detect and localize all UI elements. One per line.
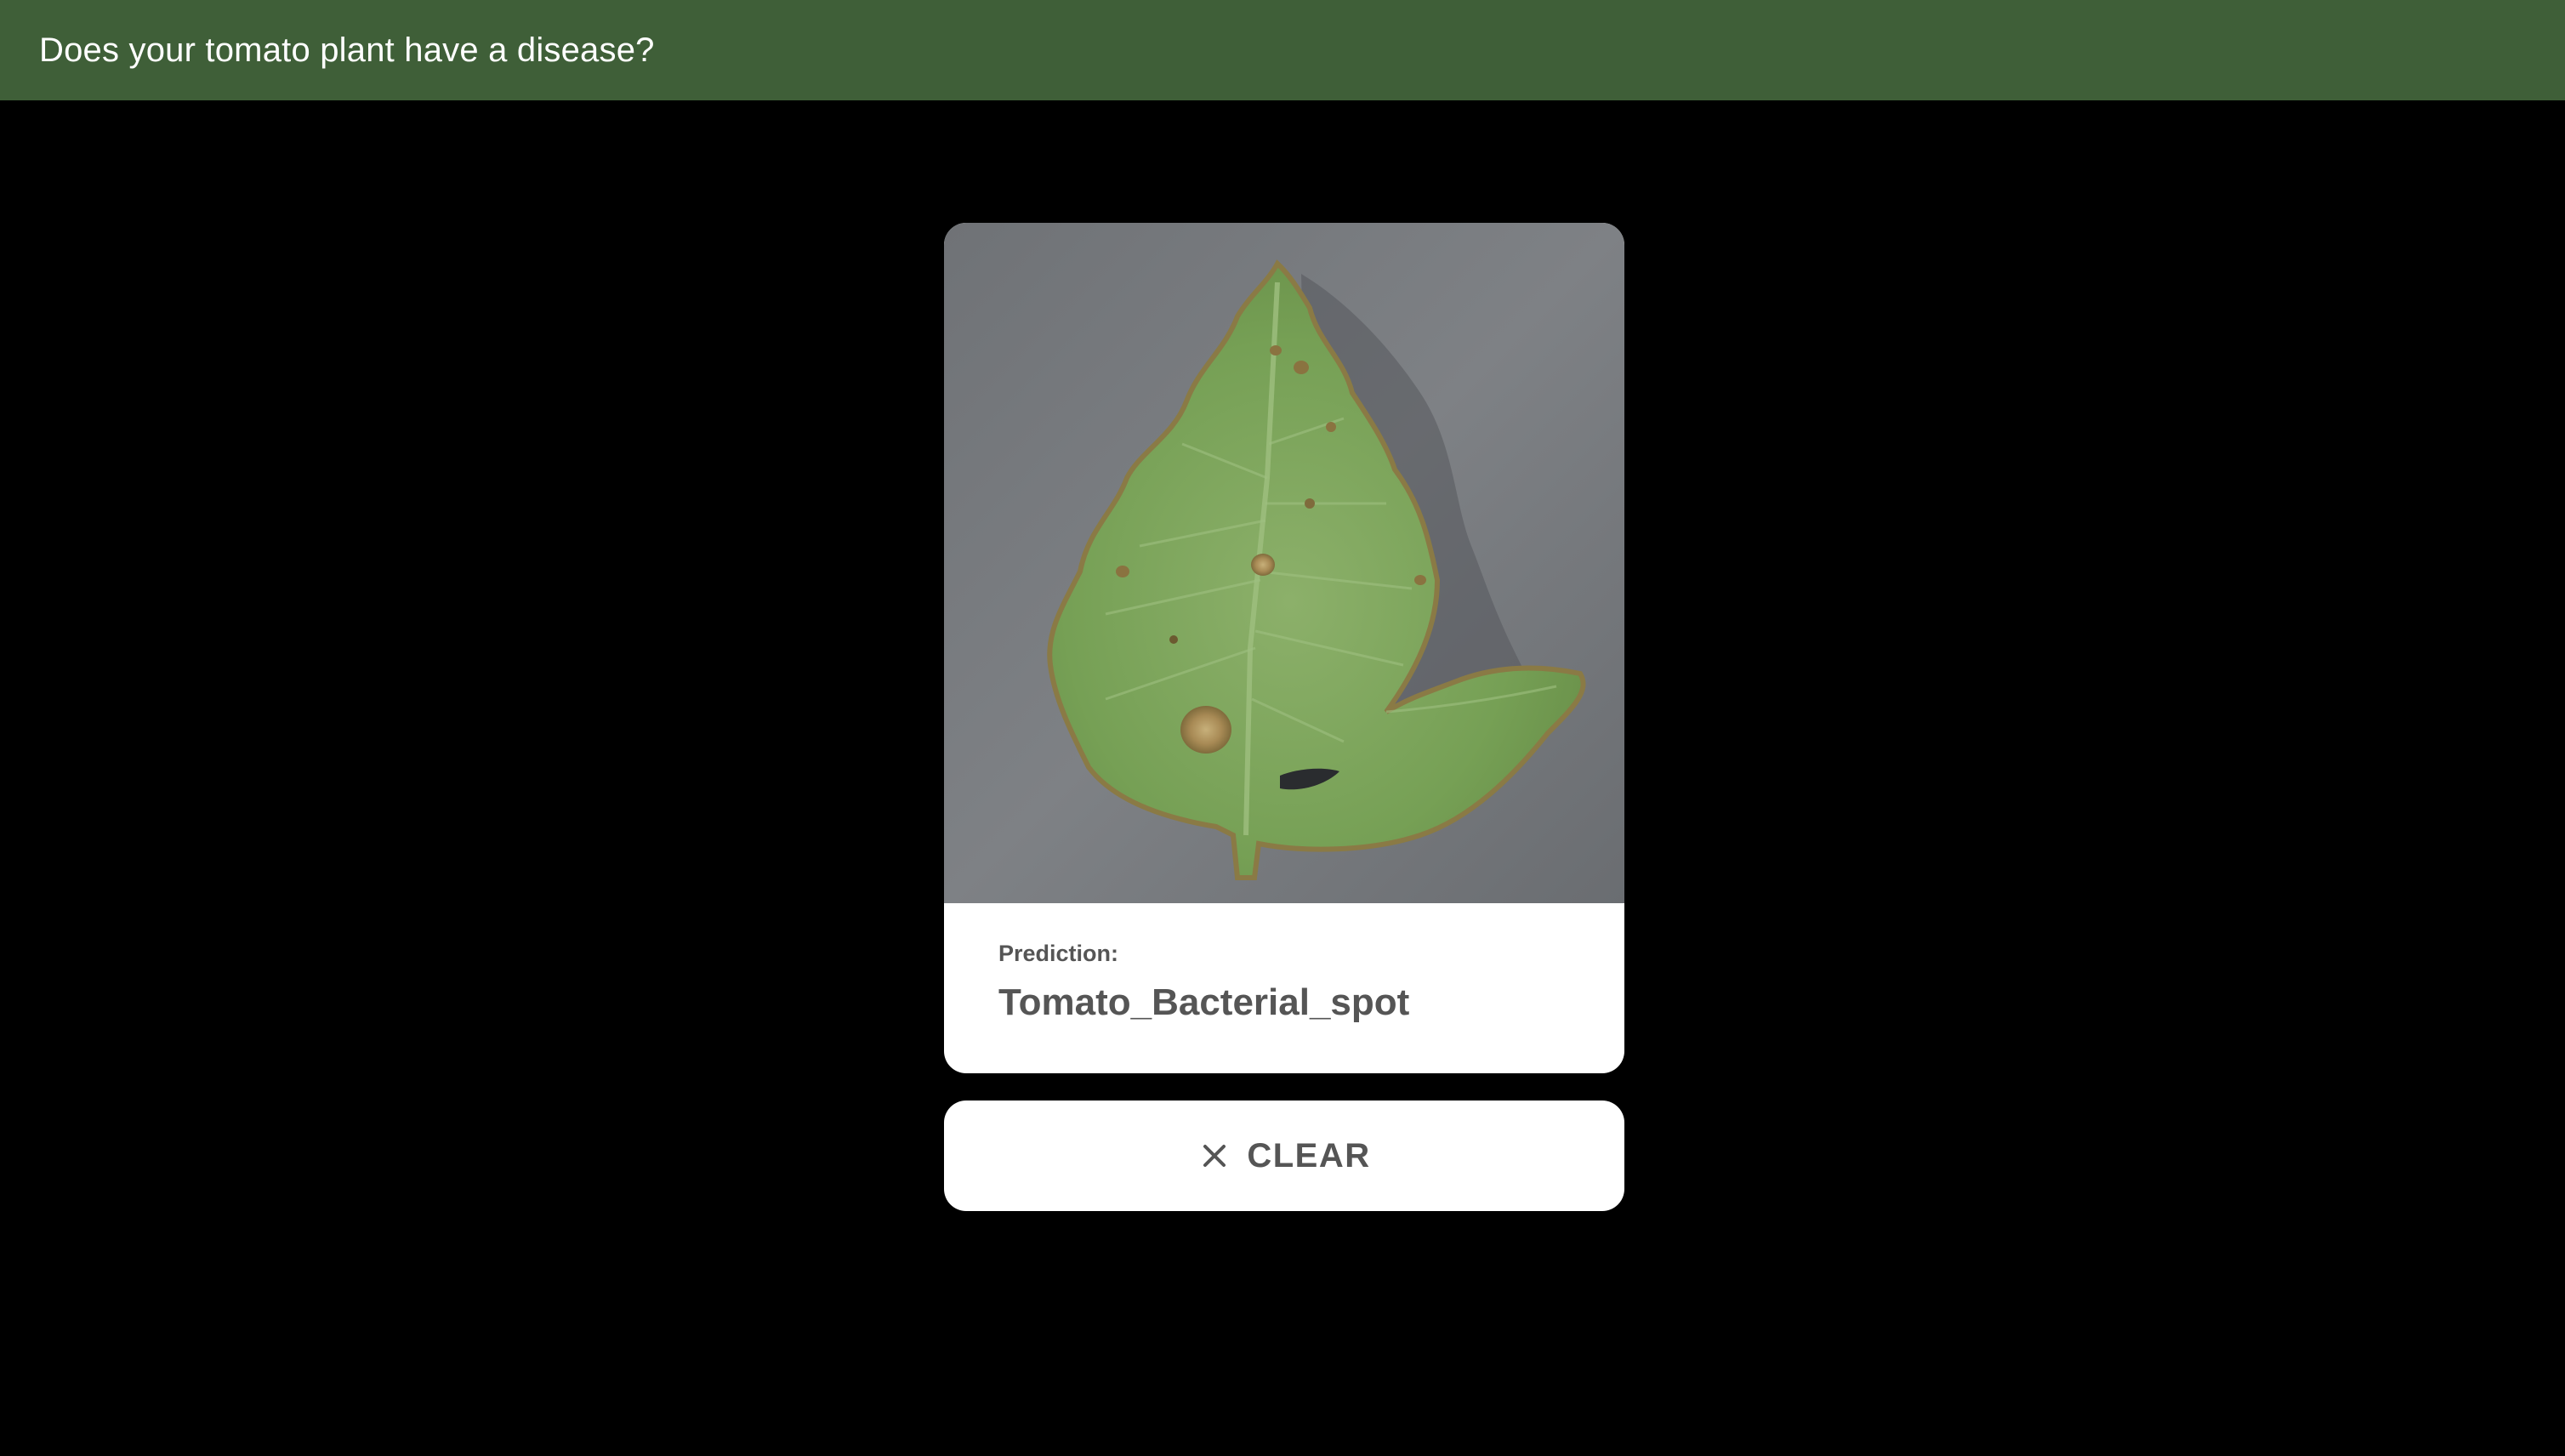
close-icon [1197,1139,1231,1173]
prediction-label: Prediction: [998,941,1119,966]
leaf-image [944,223,1624,903]
prediction-section: Prediction: Tomato_Bacterial_spot [944,903,1624,1073]
prediction-value: Tomato_Bacterial_spot [998,981,1410,1023]
clear-label: CLEAR [1247,1136,1371,1174]
app-header: Does your tomato plant have a disease? [0,0,2565,100]
app-title: Does your tomato plant have a disease? [39,31,655,69]
clear-button[interactable]: CLEAR [944,1101,1624,1211]
prediction-card: Prediction: Tomato_Bacterial_spot [944,223,1624,1073]
